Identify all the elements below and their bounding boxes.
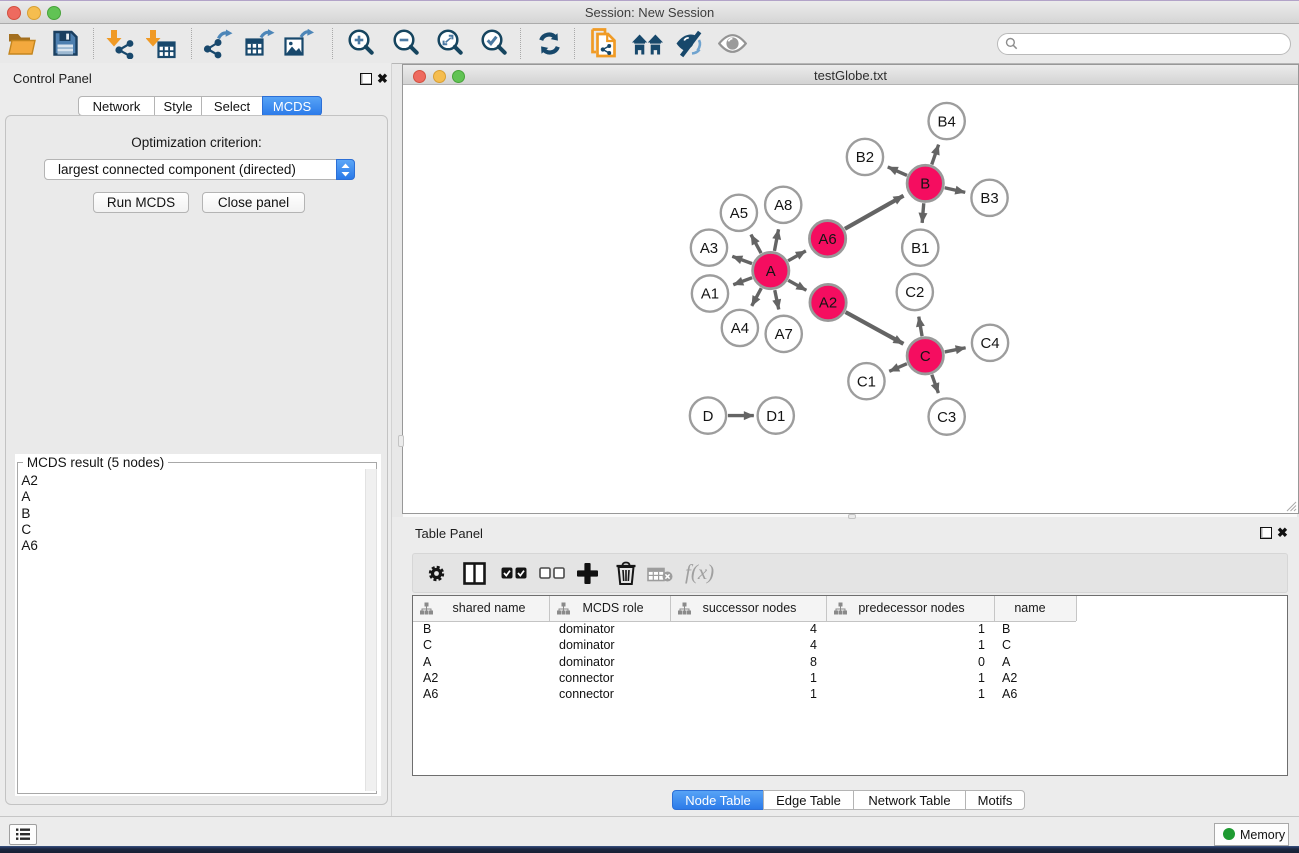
svg-text:B2: B2 bbox=[856, 149, 874, 166]
svg-text:A3: A3 bbox=[700, 240, 718, 257]
svg-text:A7: A7 bbox=[775, 326, 793, 343]
svg-text:A: A bbox=[766, 263, 776, 280]
svg-text:A1: A1 bbox=[701, 286, 719, 303]
svg-text:A6: A6 bbox=[818, 231, 836, 248]
svg-text:C: C bbox=[920, 348, 931, 365]
svg-text:A8: A8 bbox=[774, 197, 792, 214]
svg-text:A4: A4 bbox=[731, 320, 749, 337]
svg-text:D: D bbox=[703, 408, 714, 425]
svg-text:C2: C2 bbox=[905, 284, 924, 301]
svg-text:B3: B3 bbox=[980, 190, 998, 207]
svg-text:D1: D1 bbox=[766, 408, 785, 425]
svg-text:C3: C3 bbox=[937, 409, 956, 426]
svg-text:B1: B1 bbox=[911, 240, 929, 257]
svg-text:C1: C1 bbox=[857, 373, 876, 390]
svg-text:C4: C4 bbox=[980, 335, 999, 352]
svg-text:A2: A2 bbox=[819, 295, 837, 312]
svg-text:B4: B4 bbox=[938, 113, 956, 130]
svg-text:A5: A5 bbox=[730, 205, 748, 222]
svg-text:B: B bbox=[920, 176, 930, 193]
